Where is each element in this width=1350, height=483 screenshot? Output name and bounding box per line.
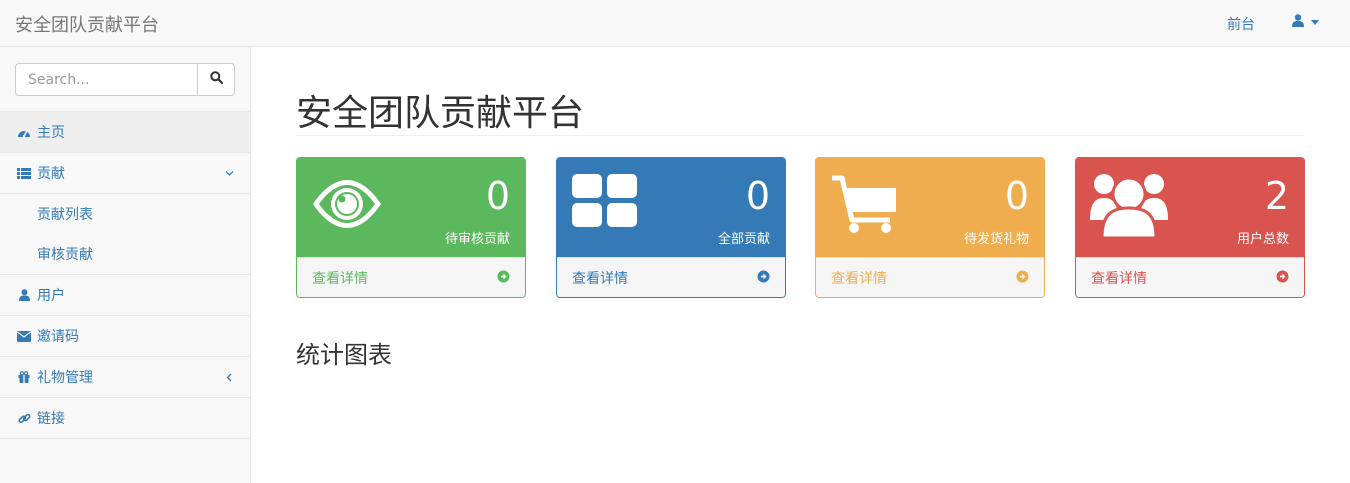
sidebar-item-label: 礼物管理 [37, 370, 93, 386]
top-navbar: 安全团队贡献平台 前台 [0, 0, 1350, 47]
sidebar-item-home[interactable]: 主页 [0, 112, 250, 153]
users-icon [1090, 172, 1168, 246]
dashboard-icon [17, 125, 31, 139]
view-details-link[interactable]: 查看详情 [816, 257, 1044, 297]
all-contributions-count: 0 [745, 174, 770, 218]
pending-review-count: 0 [485, 174, 510, 218]
arrow-circle-right-icon [1016, 270, 1029, 287]
sidebar-item-invite-codes[interactable]: 邀请码 [0, 316, 250, 357]
envelope-icon [17, 329, 31, 343]
sidebar-menu: 主页 贡献 贡献列表 审核贡献 用户 邀请码 礼物管理 链接 [0, 111, 250, 439]
contributions-submenu: 贡献列表 审核贡献 [0, 194, 250, 275]
panel-heading: 0 全部贡献 [557, 158, 785, 257]
chevron-left-icon [225, 370, 234, 386]
search-input[interactable] [15, 63, 197, 96]
sidebar-item-users[interactable]: 用户 [0, 275, 250, 316]
panel-heading: 0 待审核贡献 [297, 158, 525, 257]
arrow-circle-right-icon [497, 270, 510, 287]
sidebar-item-label: 主页 [37, 125, 65, 141]
search-group [15, 63, 235, 96]
brand-title[interactable]: 安全团队贡献平台 [15, 11, 159, 37]
sidebar-item-label: 用户 [37, 288, 65, 304]
user-icon [17, 288, 31, 302]
total-users-count: 2 [1264, 174, 1289, 218]
sidebar-item-label: 贡献 [37, 166, 65, 182]
stat-panel-pending-review: 0 待审核贡献 查看详情 [296, 157, 526, 298]
sidebar-item-label: 邀请码 [37, 329, 79, 345]
page-title: 安全团队贡献平台 [296, 93, 585, 134]
front-link[interactable]: 前台 [1227, 14, 1255, 34]
view-details-label: 查看详情 [572, 271, 628, 287]
view-details-label: 查看详情 [312, 271, 368, 287]
view-details-link[interactable]: 查看详情 [1076, 257, 1304, 297]
user-menu-toggle[interactable] [1292, 14, 1319, 31]
pending-gifts-label: 待发货礼物 [963, 232, 1029, 247]
panel-heading: 0 待发货礼物 [816, 158, 1044, 257]
gift-icon [17, 370, 31, 384]
view-details-label: 查看详情 [1091, 271, 1147, 287]
pending-review-label: 待审核贡献 [444, 232, 510, 247]
stat-panel-all-contributions: 0 全部贡献 查看详情 [556, 157, 786, 298]
user-icon [1292, 14, 1304, 31]
search-icon [209, 71, 223, 88]
sidebar-item-gift-management[interactable]: 礼物管理 [0, 357, 250, 398]
panel-heading: 2 用户总数 [1076, 158, 1304, 257]
th-large-icon [571, 172, 639, 234]
sidebar-item-contributions[interactable]: 贡献 [0, 153, 250, 194]
eye-icon [311, 172, 383, 240]
stat-panel-pending-gifts: 0 待发货礼物 查看详情 [815, 157, 1045, 298]
pending-gifts-count: 0 [1004, 174, 1029, 218]
view-details-label: 查看详情 [831, 271, 887, 287]
divider [296, 135, 1304, 136]
list-icon [17, 166, 31, 180]
sidebar-item-links[interactable]: 链接 [0, 398, 250, 439]
section-title-charts: 统计图表 [296, 341, 392, 369]
search-button[interactable] [197, 63, 235, 96]
chevron-down-icon [225, 166, 234, 182]
sidebar-item-label: 链接 [37, 411, 65, 427]
link-icon [17, 411, 31, 425]
sidebar-item-contribution-list[interactable]: 贡献列表 [0, 194, 250, 234]
chevron-down-icon [1311, 20, 1319, 25]
shopping-cart-icon [830, 172, 900, 240]
arrow-circle-right-icon [757, 270, 770, 287]
view-details-link[interactable]: 查看详情 [297, 257, 525, 297]
total-users-label: 用户总数 [1236, 232, 1289, 247]
all-contributions-label: 全部贡献 [717, 232, 770, 247]
stat-panel-total-users: 2 用户总数 查看详情 [1075, 157, 1305, 298]
sidebar: 主页 贡献 贡献列表 审核贡献 用户 邀请码 [0, 47, 251, 483]
view-details-link[interactable]: 查看详情 [557, 257, 785, 297]
arrow-circle-right-icon [1276, 270, 1289, 287]
sidebar-item-review-contributions[interactable]: 审核贡献 [0, 234, 250, 274]
